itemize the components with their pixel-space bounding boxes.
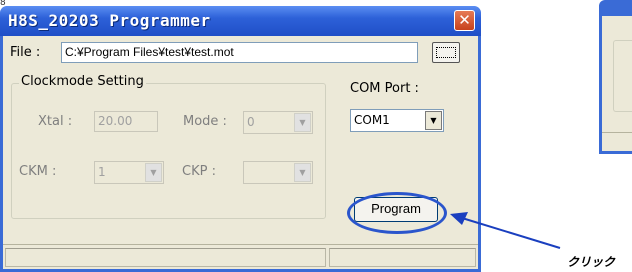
- background-window: [599, 0, 632, 154]
- annotation-arrow: [450, 212, 561, 249]
- click-annotation: クリック: [567, 255, 616, 269]
